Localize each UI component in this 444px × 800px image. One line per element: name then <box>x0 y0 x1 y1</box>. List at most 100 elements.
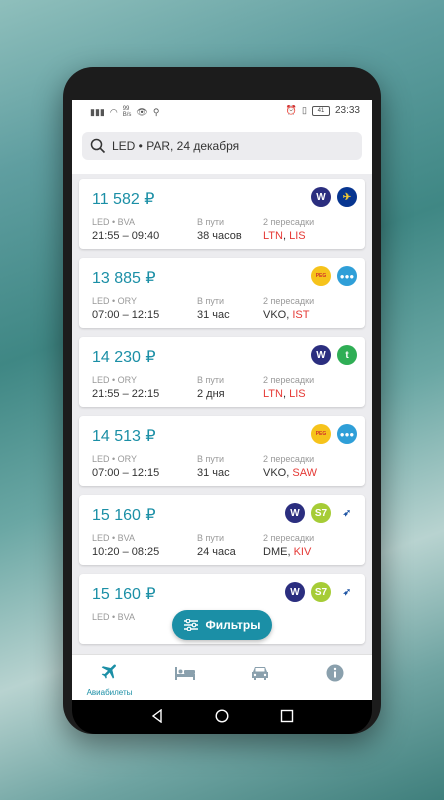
clock: 23:33 <box>334 105 360 116</box>
flight-list[interactable]: 11 582 ₽ W ✈ LED • BVA В пути 2 пересадк… <box>72 174 372 654</box>
info-icon <box>326 664 343 682</box>
net-speed: 99 B/s <box>122 106 132 118</box>
route: LED • BVA <box>92 217 136 227</box>
price: 14 230 ₽ <box>92 349 156 366</box>
airline-logos: W ✈ <box>311 187 357 207</box>
stop-1: LTN <box>263 388 283 400</box>
duration: 31 час <box>197 309 230 321</box>
car-icon <box>251 667 268 680</box>
stops-label: 2 пересадки <box>263 296 315 306</box>
stop-1: VKO <box>263 309 287 321</box>
nav-hotels[interactable] <box>147 665 222 686</box>
recents-icon[interactable] <box>280 709 294 723</box>
duration-label: В пути <box>197 533 225 543</box>
stops-label: 2 пересадки <box>263 217 315 227</box>
stop-1: VKO <box>263 467 287 479</box>
nav-flights[interactable]: Авиабилеты <box>72 661 147 697</box>
s7-logo-icon: S7 <box>311 503 331 523</box>
route: LED • BVA <box>92 612 136 622</box>
wifi-icon: ◠ <box>109 106 118 117</box>
filters-button[interactable]: Фильтры <box>172 610 272 640</box>
stop-2: KIV <box>293 546 312 558</box>
alarm-icon: ⏰ <box>285 105 298 115</box>
search-input[interactable]: LED • PAR, 24 декабря <box>82 132 362 160</box>
airline-logos: W S7 ➶ <box>285 582 357 602</box>
s7-logo-icon: S7 <box>311 582 331 602</box>
dots-logo-icon: ●●● <box>337 266 357 286</box>
duration-label: В пути <box>197 217 225 227</box>
search-query: LED • PAR, 24 декабря <box>112 139 240 153</box>
plane-icon <box>101 664 116 679</box>
stop-1: LTN <box>263 230 283 242</box>
stops: VKO, IST <box>263 309 310 321</box>
stops: VKO, SAW <box>263 467 318 479</box>
filters-label: Фильтры <box>205 618 261 632</box>
stops-label: 2 пересадки <box>263 454 315 464</box>
nav-flights-label: Авиабилеты <box>86 688 133 697</box>
duration: 24 часа <box>197 546 236 558</box>
airline-logos: PEG ●●● <box>311 266 357 286</box>
route: LED • BVA <box>92 533 136 543</box>
price: 14 513 ₽ <box>92 428 156 445</box>
airline-logos: PEG ●●● <box>311 424 357 444</box>
price: 13 885 ₽ <box>92 270 156 287</box>
screen: ▮▮▮ ◠ 99 B/s 👁 ⚲ ⏰ ▯ 41 23:33 LED • PAR,… <box>72 100 372 700</box>
route: LED • ORY <box>92 454 137 464</box>
duration: 31 час <box>197 467 230 479</box>
times: 21:55 – 09:40 <box>92 230 160 242</box>
vibrate-icon: ▯ <box>302 105 307 115</box>
duration-label: В пути <box>197 296 225 306</box>
battery-icon: 41 <box>311 105 330 116</box>
status-bar: ▮▮▮ ◠ 99 B/s 👁 ⚲ ⏰ ▯ 41 23:33 <box>72 100 372 124</box>
nav-cars[interactable] <box>222 665 297 686</box>
duration-label: В пути <box>197 375 225 385</box>
times: 07:00 – 12:15 <box>92 467 160 479</box>
wizzair-logo-icon: W <box>311 187 331 207</box>
pegasus-logo-icon: PEG <box>311 266 331 286</box>
flight-card[interactable]: 11 582 ₽ W ✈ LED • BVA В пути 2 пересадк… <box>79 179 365 249</box>
stop-1: DME <box>263 546 288 558</box>
stop-2: LIS <box>289 388 306 400</box>
stops: LTN, LIS <box>263 230 306 242</box>
stops-label: 2 пересадки <box>263 533 315 543</box>
flight-card[interactable]: 14 513 ₽ PEG ●●● LED • ORY В пути 2 пере… <box>79 416 365 486</box>
search-icon <box>90 138 106 154</box>
wizzair-logo-icon: W <box>285 582 305 602</box>
flight-card[interactable]: 14 230 ₽ W t LED • ORY В пути 2 пересадк… <box>79 337 365 407</box>
usb-icon: ⚲ <box>152 106 160 117</box>
android-nav-bar <box>72 700 372 734</box>
price: 11 582 ₽ <box>92 191 155 208</box>
bed-icon <box>174 667 195 680</box>
times: 10:20 – 08:25 <box>92 546 160 558</box>
airline-logos: W S7 ➶ <box>285 503 357 523</box>
airmoldova-logo-icon: ➶ <box>337 582 357 602</box>
airmoldova-logo-icon: ➶ <box>337 503 357 523</box>
flight-card[interactable]: 13 885 ₽ PEG ●●● LED • ORY В пути 2 пере… <box>79 258 365 328</box>
stops: LTN, LIS <box>263 388 306 400</box>
stop-2: LIS <box>289 230 306 242</box>
price: 15 160 ₽ <box>92 586 156 603</box>
duration: 38 часов <box>197 230 242 242</box>
route: LED • ORY <box>92 375 137 385</box>
transavia-logo-icon: t <box>337 345 357 365</box>
home-icon[interactable] <box>215 709 229 723</box>
times: 21:55 – 22:15 <box>92 388 160 400</box>
eye-icon: 👁 <box>136 106 148 117</box>
bottom-nav: Авиабилеты <box>72 654 372 700</box>
dots-logo-icon: ●●● <box>337 424 357 444</box>
price: 15 160 ₽ <box>92 507 156 524</box>
search-bar: LED • PAR, 24 декабря <box>72 124 372 174</box>
duration-label: В пути <box>197 454 225 464</box>
signal-icon: ▮▮▮ <box>90 106 105 117</box>
flight-card[interactable]: 15 160 ₽ W S7 ➶ LED • BVA В пути 2 перес… <box>79 495 365 565</box>
airline-logos: W t <box>311 345 357 365</box>
phone-frame: ▮▮▮ ◠ 99 B/s 👁 ⚲ ⏰ ▯ 41 23:33 LED • PAR,… <box>63 67 381 734</box>
wizzair-logo-icon: W <box>311 345 331 365</box>
filter-sliders-icon <box>184 619 199 631</box>
pegasus-logo-icon: PEG <box>311 424 331 444</box>
wizzair-logo-icon: W <box>285 503 305 523</box>
back-icon[interactable] <box>150 709 164 723</box>
ryanair-logo-icon: ✈ <box>337 187 357 207</box>
stop-2: SAW <box>292 467 318 479</box>
nav-info[interactable] <box>297 664 372 687</box>
